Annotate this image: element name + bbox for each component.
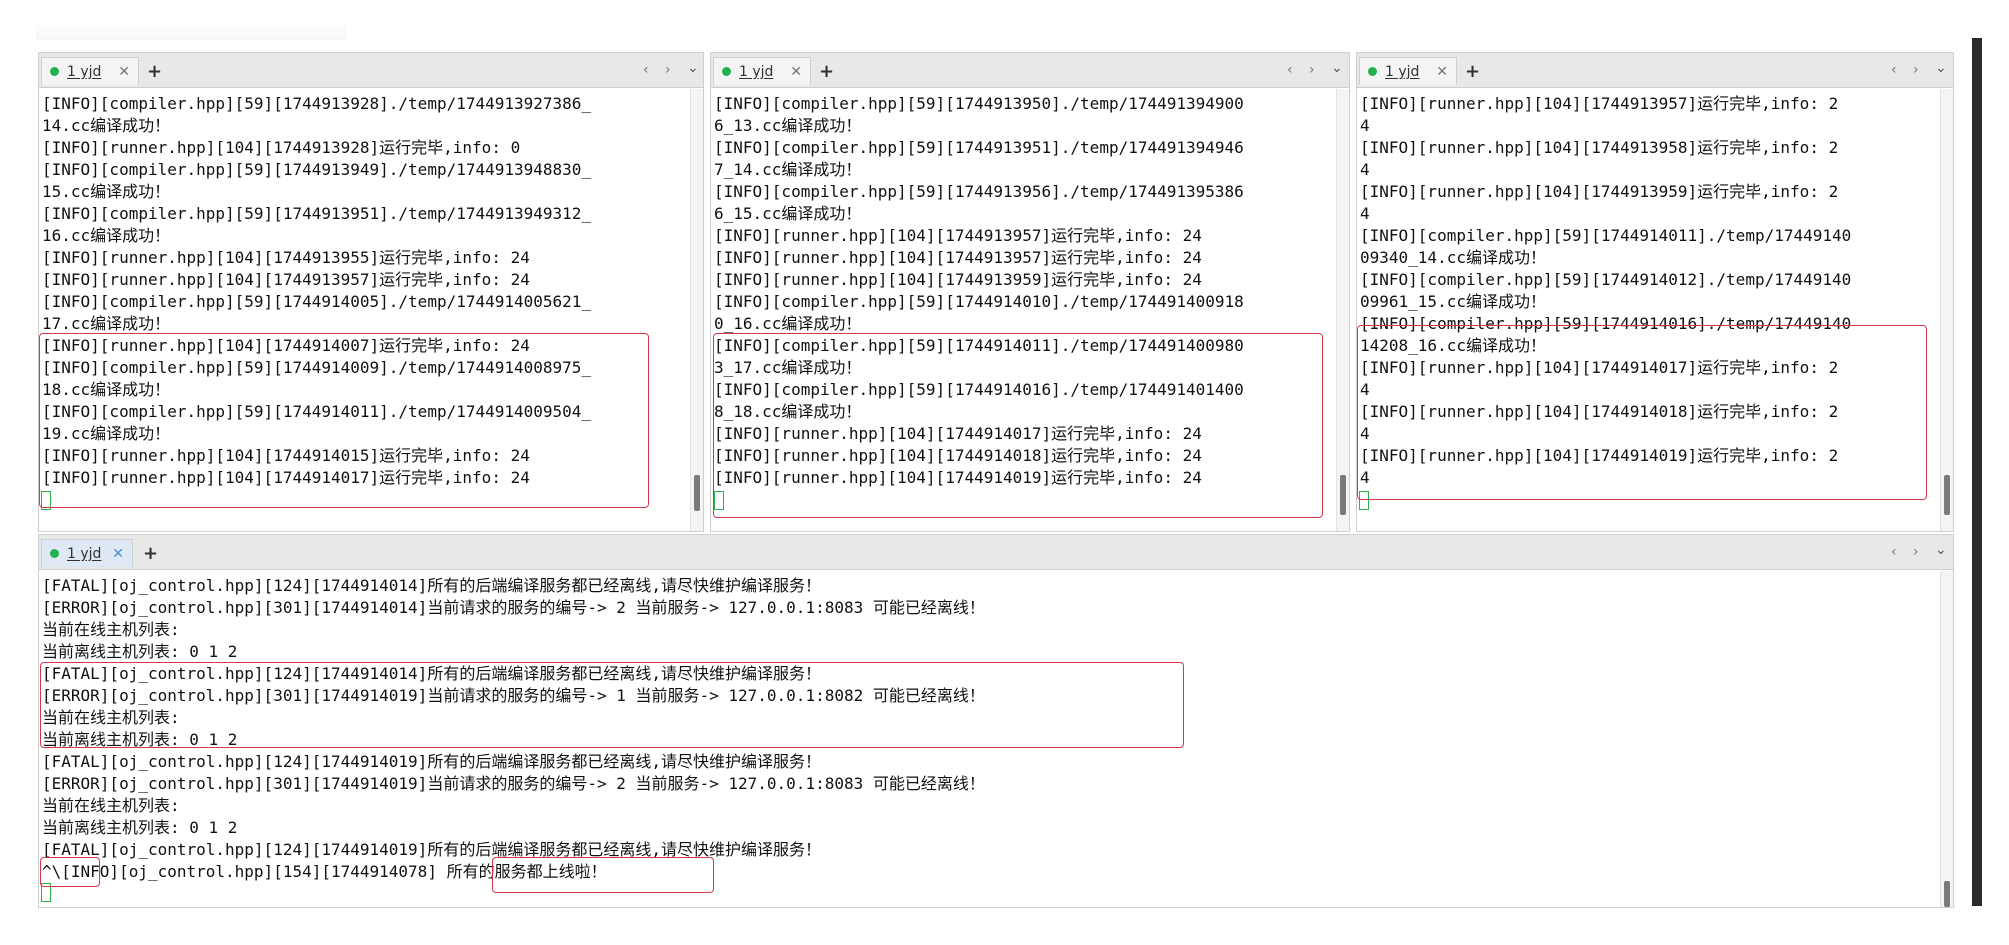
highlight-box [713, 333, 1323, 518]
terminal-line: [INFO][compiler.hpp][59][1744914005]./te… [42, 292, 592, 311]
highlight-box [39, 333, 649, 508]
window-title-fragment [36, 22, 346, 40]
terminal-line: [INFO][runner.hpp][104][1744913957]运行完毕,… [1360, 94, 1839, 113]
terminal-line: [INFO][runner.hpp][104][1744913959]运行完毕,… [1360, 182, 1839, 201]
terminal-line: 16.cc编译成功！ [42, 226, 171, 245]
terminal-line: 0_16.cc编译成功！ [714, 314, 862, 333]
terminal-line: 14.cc编译成功！ [42, 116, 171, 135]
vertical-scrollbar[interactable] [1940, 89, 1953, 531]
session-tab[interactable]: 1 yjd ✕ [1359, 57, 1457, 85]
close-tab-icon[interactable]: ✕ [1436, 64, 1448, 80]
add-tab-icon[interactable]: + [819, 61, 834, 82]
vertical-scrollbar[interactable] [690, 89, 703, 531]
terminal-line: 09340_14.cc编译成功！ [1360, 248, 1546, 267]
close-tab-icon[interactable]: ✕ [790, 64, 802, 80]
terminal-line: [FATAL][oj_control.hpp][124][1744914014]… [42, 576, 821, 595]
terminal-line: 7_14.cc编译成功！ [714, 160, 862, 179]
tab-bar: 1 yjd ✕ + ‹ › ⌄ [39, 535, 1953, 570]
tab-nav-arrows-icon[interactable]: ‹ › [1891, 62, 1925, 78]
tab-bar: 1 yjd ✕ + ‹ › ⌄ [39, 53, 703, 88]
tab-nav-arrows-icon[interactable]: ‹ › [1891, 544, 1925, 560]
highlight-box [1357, 325, 1927, 500]
vertical-scrollbar[interactable] [1336, 89, 1349, 531]
window-edge [1972, 38, 1982, 906]
terminal-line: 4 [1360, 160, 1370, 179]
terminal-line: [INFO][compiler.hpp][59][1744913928]./te… [42, 94, 592, 113]
terminal-line: [FATAL][oj_control.hpp][124][1744914019]… [42, 752, 821, 771]
tab-label: 1 yjd [1385, 63, 1420, 80]
close-tab-icon[interactable]: ✕ [118, 64, 130, 80]
highlight-box [40, 857, 100, 887]
terminal-line: [INFO][runner.hpp][104][1744913958]运行完毕,… [1360, 138, 1839, 157]
tab-list-dropdown-icon[interactable]: ⌄ [1935, 542, 1947, 558]
tab-label: 1 yjd [739, 63, 774, 80]
terminal-line: [ERROR][oj_control.hpp][301][1744914014]… [42, 598, 985, 617]
terminal-line: [INFO][runner.hpp][104][1744913959]运行完毕,… [714, 270, 1202, 289]
terminal-line: [INFO][runner.hpp][104][1744913955]运行完毕,… [42, 248, 530, 267]
tab-label: 1 yjd [67, 63, 102, 80]
terminal-line: 6_13.cc编译成功！ [714, 116, 862, 135]
tab-list-dropdown-icon[interactable]: ⌄ [1935, 60, 1947, 76]
vertical-scrollbar[interactable] [1940, 571, 1953, 907]
connected-status-icon [50, 67, 59, 76]
close-tab-icon[interactable]: ✕ [112, 546, 124, 562]
tab-nav-arrows-icon[interactable]: ‹ › [643, 62, 677, 78]
terminal-line: 4 [1360, 204, 1370, 223]
terminal-line: [INFO][runner.hpp][104][1744913957]运行完毕,… [42, 270, 530, 289]
tab-bar: 1 yjd ✕ + ‹ › ⌄ [1357, 53, 1953, 88]
session-tab-active[interactable]: 1 yjd ✕ [41, 539, 133, 567]
terminal-line: [INFO][compiler.hpp][59][1744914012]./te… [1360, 270, 1852, 289]
add-tab-icon[interactable]: + [143, 543, 158, 564]
terminal-line: [FATAL][oj_control.hpp][124][1744914019]… [42, 840, 821, 859]
terminal-line: [INFO][runner.hpp][104][1744913957]运行完毕,… [714, 226, 1202, 245]
connected-status-icon [1368, 67, 1377, 76]
session-tab[interactable]: 1 yjd ✕ [713, 57, 811, 85]
terminal-line: 17.cc编译成功！ [42, 314, 171, 333]
terminal-line: 15.cc编译成功！ [42, 182, 171, 201]
terminal-line: 6_15.cc编译成功！ [714, 204, 862, 223]
terminal-line: 09961_15.cc编译成功！ [1360, 292, 1546, 311]
terminal-line: 4 [1360, 116, 1370, 135]
terminal-line: [INFO][compiler.hpp][59][1744914011]./te… [1360, 226, 1852, 245]
tab-list-dropdown-icon[interactable]: ⌄ [687, 60, 699, 76]
tab-label: 1 yjd [67, 545, 102, 562]
connected-status-icon [50, 549, 59, 558]
connected-status-icon [722, 67, 731, 76]
terminal-line: [INFO][compiler.hpp][59][1744913950]./te… [714, 94, 1244, 113]
highlight-box [40, 662, 1184, 748]
terminal-line: [INFO][compiler.hpp][59][1744913951]./te… [714, 138, 1244, 157]
tab-list-dropdown-icon[interactable]: ⌄ [1331, 60, 1343, 76]
highlight-box [492, 857, 714, 893]
terminal-line: [INFO][compiler.hpp][59][1744914010]./te… [714, 292, 1244, 311]
terminal-line: [INFO][runner.hpp][104][1744913957]运行完毕,… [714, 248, 1202, 267]
terminal-line: [INFO][runner.hpp][104][1744913928]运行完毕,… [42, 138, 521, 157]
tab-bar: 1 yjd ✕ + ‹ › ⌄ [711, 53, 1349, 88]
terminal-line: 当前离线主机列表: 0 1 2 [42, 818, 238, 837]
add-tab-icon[interactable]: + [1465, 61, 1480, 82]
tab-nav-arrows-icon[interactable]: ‹ › [1287, 62, 1321, 78]
terminal-line: [INFO][compiler.hpp][59][1744913956]./te… [714, 182, 1244, 201]
session-tab[interactable]: 1 yjd ✕ [41, 57, 139, 85]
terminal-line: [ERROR][oj_control.hpp][301][1744914019]… [42, 774, 985, 793]
terminal-line: [INFO][compiler.hpp][59][1744913949]./te… [42, 160, 592, 179]
terminal-line: ^\[INFO][oj_control.hpp][154][1744914078… [42, 862, 607, 881]
terminal-line: 当前离线主机列表: 0 1 2 [42, 642, 238, 661]
add-tab-icon[interactable]: + [147, 61, 162, 82]
terminal-line: 当前在线主机列表: [42, 620, 180, 639]
terminal-line: 当前在线主机列表: [42, 796, 180, 815]
terminal-line: [INFO][compiler.hpp][59][1744913951]./te… [42, 204, 592, 223]
